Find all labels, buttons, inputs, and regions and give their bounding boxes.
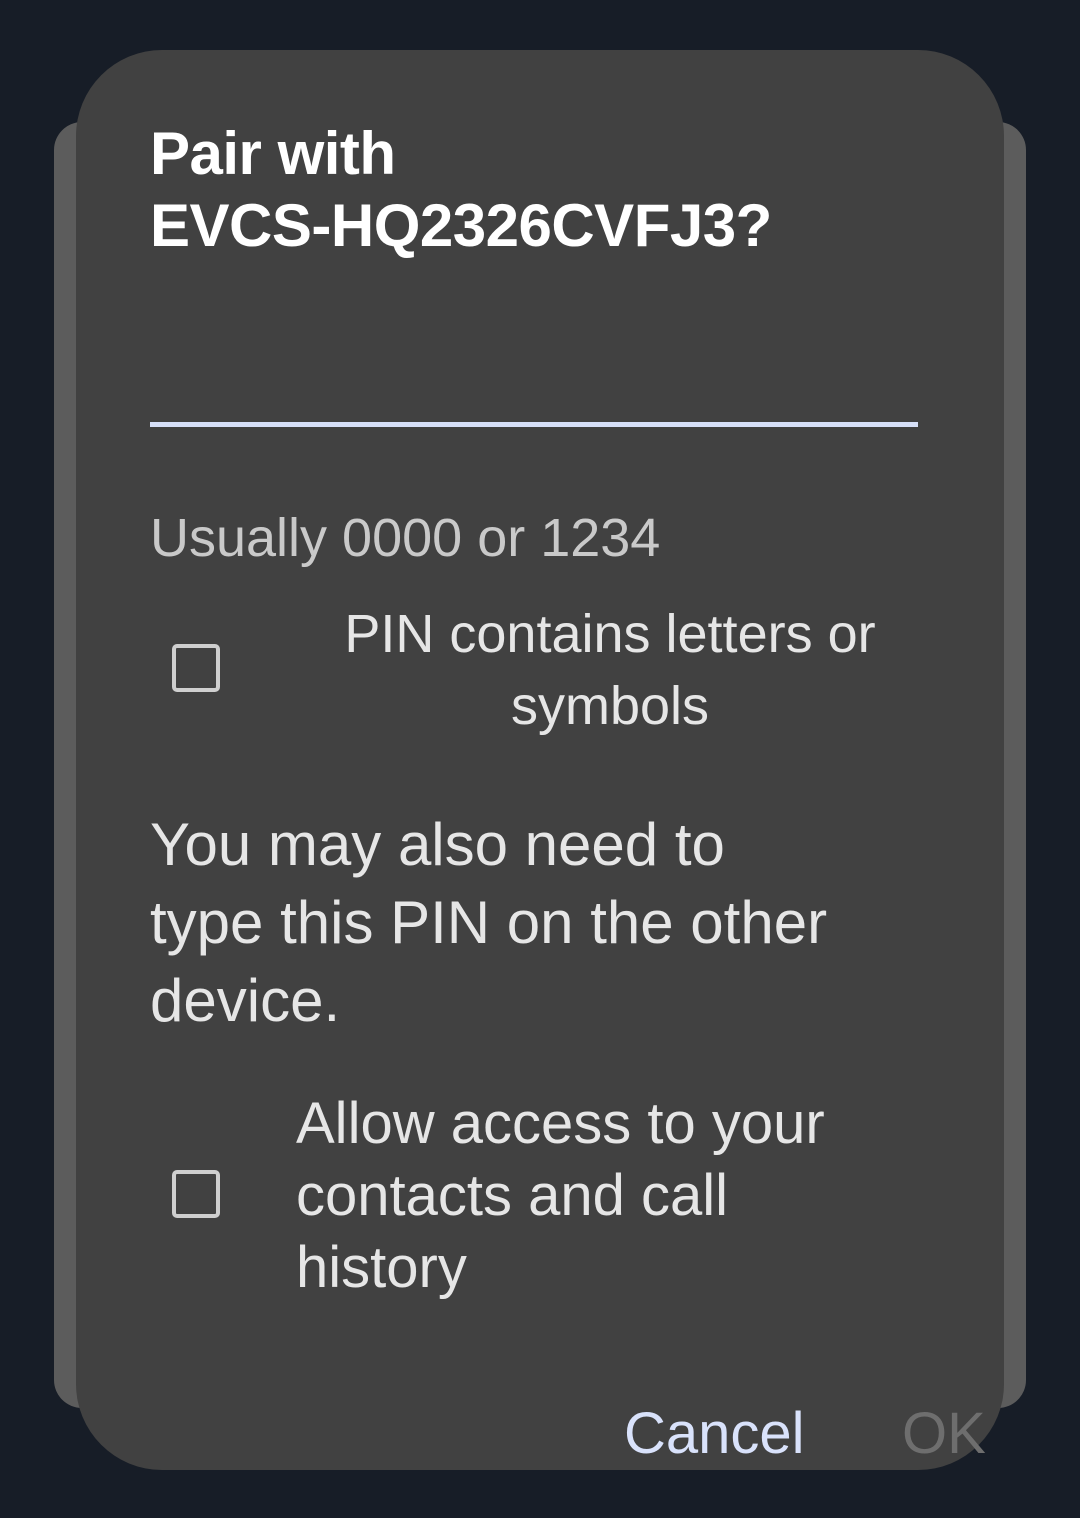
allow-contacts-access-label-line3: history <box>296 1235 467 1300</box>
pin-contains-letters-label-line1: PIN contains letters or <box>344 604 876 664</box>
pin-note: You may also need to type this PIN on th… <box>150 806 910 1040</box>
allow-contacts-access-label-line2: contacts and call <box>296 1163 729 1228</box>
ok-button[interactable]: OK <box>902 1398 986 1470</box>
pin-note-line3: device. <box>150 967 341 1034</box>
pin-note-line1: You may also need to <box>150 811 725 878</box>
allow-contacts-access-label: Allow access to your contacts and call h… <box>296 1088 866 1304</box>
dialog-title-line1: Pair with <box>150 120 396 187</box>
dialog-title-device-name: EVCS-HQ2326CVFJ3? <box>150 192 772 259</box>
pin-contains-letters-checkbox[interactable] <box>172 644 220 692</box>
allow-contacts-access-option[interactable]: Allow access to your contacts and call h… <box>150 1088 918 1308</box>
allow-contacts-access-checkbox[interactable] <box>172 1170 220 1218</box>
pin-contains-letters-label-line2: symbols <box>510 676 710 736</box>
pin-contains-letters-label: PIN contains letters or symbols <box>300 598 920 742</box>
pin-contains-letters-option[interactable]: PIN contains letters or symbols <box>150 598 918 748</box>
pairing-dialog: Pair with EVCS-HQ2326CVFJ3? Usually 0000… <box>76 50 1004 1470</box>
cancel-button[interactable]: Cancel <box>624 1398 805 1470</box>
dialog-title: Pair with EVCS-HQ2326CVFJ3? <box>150 118 930 262</box>
pin-hint: Usually 0000 or 1234 <box>150 508 661 568</box>
pin-note-line2: type this PIN on the other <box>150 889 828 956</box>
pin-input[interactable] <box>150 350 918 427</box>
allow-contacts-access-label-line1: Allow access to your <box>296 1091 825 1156</box>
